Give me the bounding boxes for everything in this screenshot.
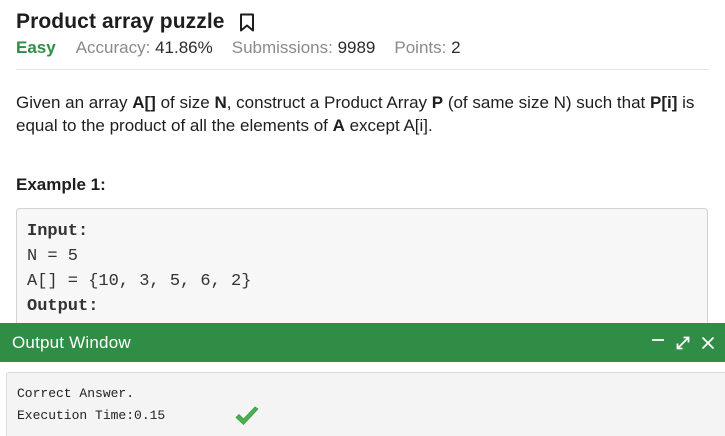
title-row: Product array puzzle <box>16 10 255 34</box>
problem-statement: Given an array A[] of size N, construct … <box>16 91 716 137</box>
example-heading: Example 1: <box>16 175 106 194</box>
example-input-label: Input: <box>27 222 89 241</box>
result-text: Correct Answer. <box>17 386 135 401</box>
statement-text: (of same size N) such that <box>443 93 650 112</box>
output-window-header[interactable]: Output Window <box>0 323 725 362</box>
problem-title: Product array puzzle <box>16 10 225 33</box>
example-output-label: Output: <box>27 297 99 316</box>
submissions-value: 9989 <box>337 38 376 57</box>
execution-time: Execution Time:0.15 <box>17 408 166 423</box>
example-line-array: A[] = {10, 3, 5, 6, 2} <box>27 272 252 291</box>
divider <box>16 69 709 70</box>
statement-bold: P[i] <box>650 93 678 112</box>
close-icon[interactable] <box>699 334 717 352</box>
problem-meta: Easy Accuracy: 41.86% Submissions: 9989 … <box>16 38 480 58</box>
statement-text: Given an array <box>16 93 133 112</box>
result-line: Correct Answer. <box>17 383 715 425</box>
output-window-body: Correct Answer. Execution Time:0.15 <box>0 362 725 436</box>
points-value: 2 <box>451 38 461 57</box>
points-label: Points: <box>394 38 452 57</box>
output-window-title: Output Window <box>12 332 131 352</box>
bookmark-icon[interactable] <box>239 13 255 32</box>
accuracy-value: 41.86% <box>155 38 213 57</box>
difficulty-badge: Easy <box>16 38 56 57</box>
page: Product array puzzle Easy Accuracy: 41.8… <box>0 0 725 436</box>
example-code-block: Input: N = 5 A[] = {10, 3, 5, 6, 2} Outp… <box>16 208 708 338</box>
submissions-label: Submissions: <box>231 38 338 57</box>
statement-text: of size <box>155 93 215 112</box>
statement-text: except A[i]. <box>344 116 433 135</box>
statement-bold: A <box>332 116 345 135</box>
accuracy-stat: Accuracy: 41.86% <box>76 38 213 58</box>
accuracy-label: Accuracy: <box>75 38 156 57</box>
statement-text: , construct a Product Array <box>226 93 432 112</box>
output-console: Correct Answer. Execution Time:0.15 <box>6 372 725 436</box>
output-window: Output Window Correct Answer. Execution … <box>0 323 725 436</box>
minimize-icon[interactable] <box>649 334 667 352</box>
statement-bold: P <box>431 93 444 112</box>
statement-bold: A[] <box>132 93 156 112</box>
expand-icon[interactable] <box>674 334 692 352</box>
points-stat: Points: 2 <box>394 38 460 58</box>
submissions-stat: Submissions: 9989 <box>232 38 376 58</box>
check-icon <box>140 383 259 425</box>
example-line-n: N = 5 <box>27 247 79 266</box>
window-controls <box>642 334 717 352</box>
statement-bold: N <box>214 93 227 112</box>
